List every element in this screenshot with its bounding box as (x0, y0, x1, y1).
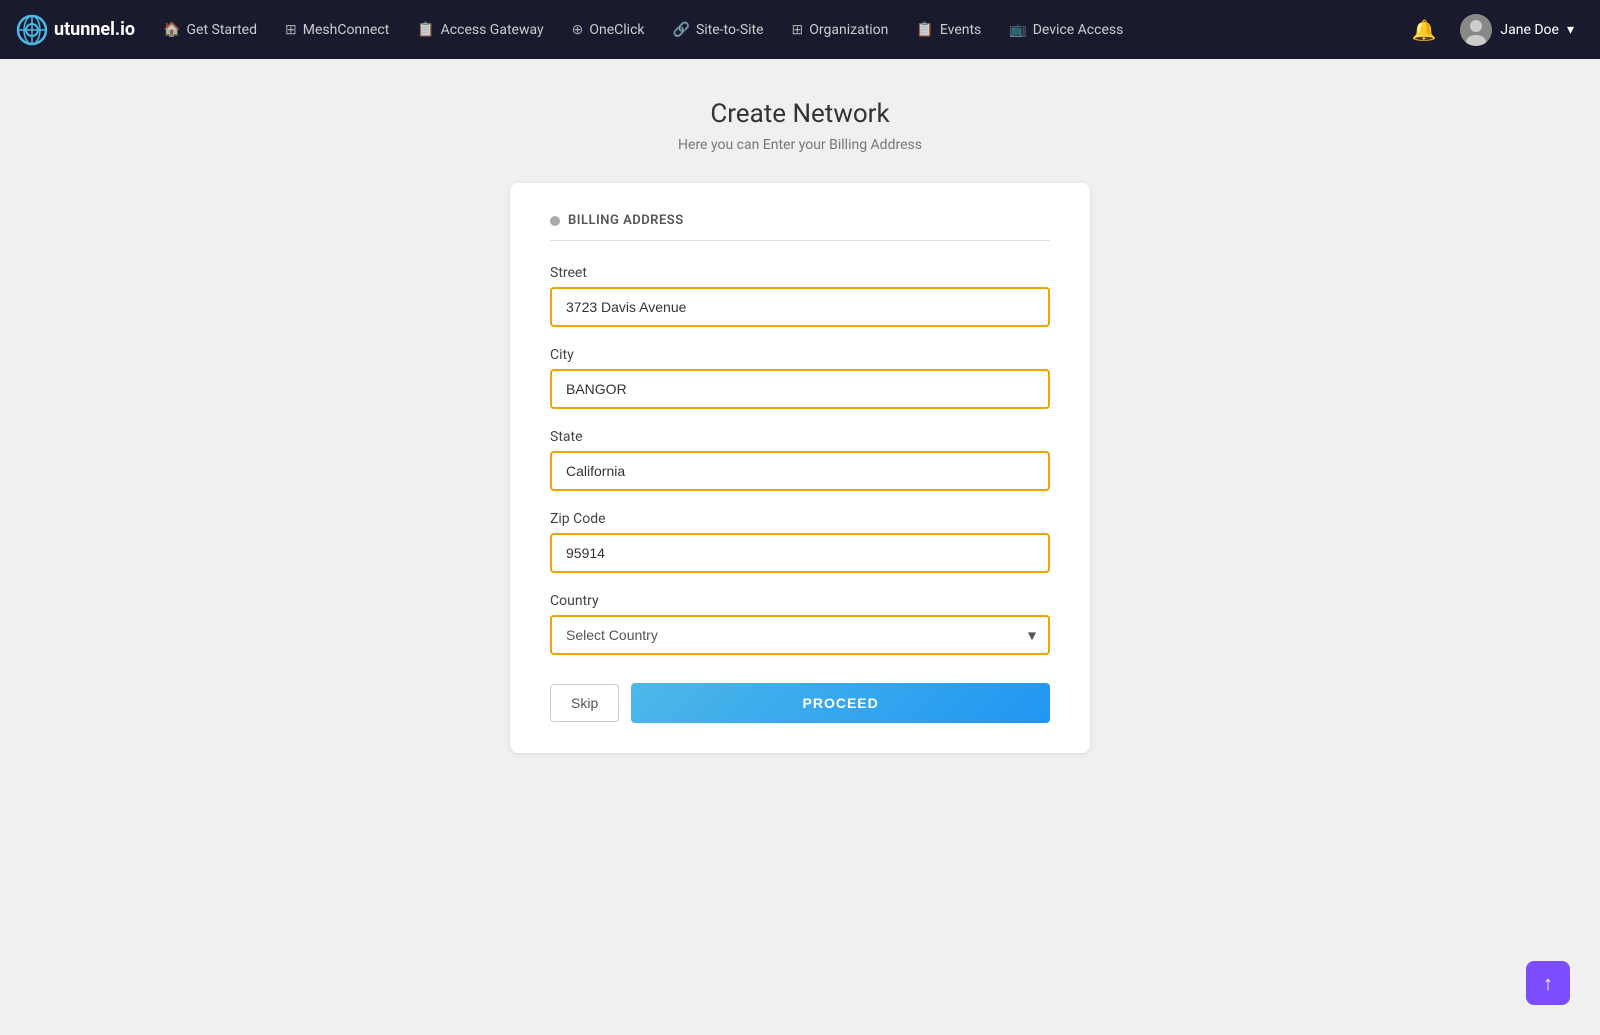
zipcode-input[interactable] (550, 533, 1050, 573)
user-menu[interactable]: Jane Doe ▾ (1450, 8, 1584, 52)
nav-item-device-access[interactable]: 📺 Device Access (997, 16, 1135, 44)
nav-item-events[interactable]: 📋 Events (904, 16, 993, 44)
organization-icon: ⊞ (792, 22, 804, 38)
zipcode-label: Zip Code (550, 511, 1050, 527)
logo-text: utunnel.io (54, 19, 135, 40)
proceed-button[interactable]: PROCEED (631, 683, 1050, 723)
nav-item-organization[interactable]: ⊞ Organization (780, 16, 901, 44)
country-group: Country Select Country United States Uni… (550, 593, 1050, 655)
nav-item-site-to-site[interactable]: 🔗 Site-to-Site (661, 16, 776, 44)
page-title: Create Network (710, 99, 889, 129)
country-label: Country (550, 593, 1050, 609)
state-group: State (550, 429, 1050, 491)
notifications-bell[interactable]: 🔔 (1401, 12, 1446, 48)
state-input[interactable] (550, 451, 1050, 491)
nav-item-oneclick[interactable]: ⊕ OneClick (560, 16, 657, 44)
country-select[interactable]: Select Country United States United King… (550, 615, 1050, 655)
user-name: Jane Doe (1500, 22, 1559, 38)
main-content: Create Network Here you can Enter your B… (0, 59, 1600, 793)
site-to-site-icon: 🔗 (673, 22, 690, 38)
nav-item-meshconnect[interactable]: ⊞ MeshConnect (273, 16, 401, 44)
arrow-up-icon: ↑ (1543, 971, 1553, 996)
oneclick-icon: ⊕ (572, 22, 584, 38)
section-title: BILLING ADDRESS (568, 213, 684, 228)
state-label: State (550, 429, 1050, 445)
avatar (1460, 14, 1492, 46)
nav-item-get-started[interactable]: 🏠 Get Started (151, 16, 269, 44)
street-label: Street (550, 265, 1050, 281)
city-label: City (550, 347, 1050, 363)
skip-button[interactable]: Skip (550, 684, 619, 722)
country-select-wrapper: Select Country United States United King… (550, 615, 1050, 655)
form-actions: Skip PROCEED (550, 683, 1050, 723)
navbar: utunnel.io 🏠 Get Started ⊞ MeshConnect 📋… (0, 0, 1600, 59)
user-menu-chevron: ▾ (1567, 22, 1574, 38)
nav-item-access-gateway[interactable]: 📋 Access Gateway (405, 16, 555, 44)
street-input[interactable] (550, 287, 1050, 327)
section-header: BILLING ADDRESS (550, 213, 1050, 241)
city-input[interactable] (550, 369, 1050, 409)
street-group: Street (550, 265, 1050, 327)
section-icon (550, 216, 560, 226)
meshconnect-icon: ⊞ (285, 22, 297, 38)
page-subtitle: Here you can Enter your Billing Address (678, 137, 922, 153)
billing-address-card: BILLING ADDRESS Street City State Zip Co… (510, 183, 1090, 753)
scroll-to-top-button[interactable]: ↑ (1526, 961, 1570, 1005)
city-group: City (550, 347, 1050, 409)
zipcode-group: Zip Code (550, 511, 1050, 573)
home-icon: 🏠 (163, 22, 180, 38)
logo[interactable]: utunnel.io (16, 14, 135, 46)
access-gateway-icon: 📋 (417, 22, 434, 38)
device-access-icon: 📺 (1009, 22, 1026, 38)
events-icon: 📋 (916, 22, 933, 38)
